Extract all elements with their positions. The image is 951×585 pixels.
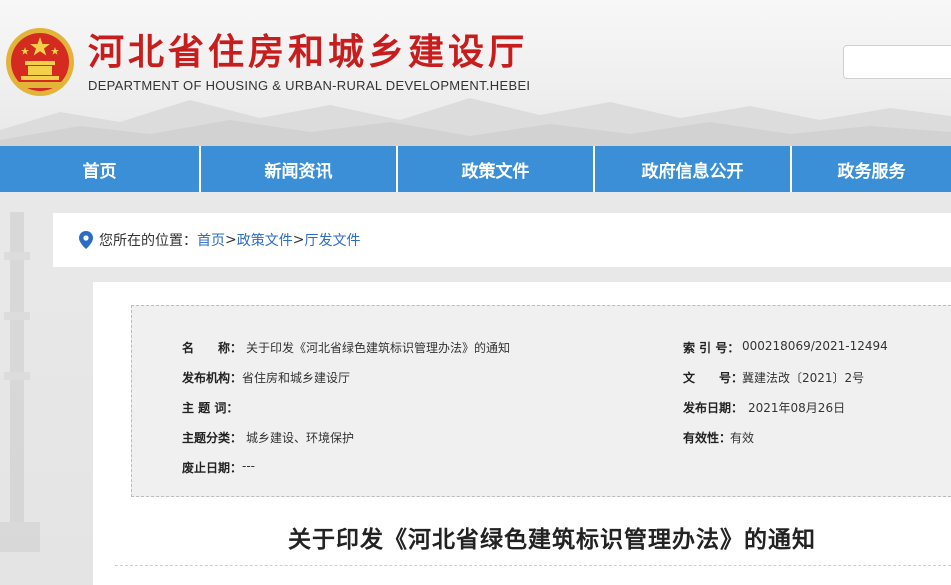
index-number-label: 索 引 号： bbox=[683, 341, 740, 355]
article-title: 关于印发《河北省绿色建筑标识管理办法》的通知 bbox=[288, 527, 816, 553]
publisher-label: 发布机构： bbox=[182, 371, 243, 385]
location-pin-icon bbox=[79, 231, 93, 249]
category-value: 城乡建设、环境保护 bbox=[246, 431, 355, 445]
validity-value: 有效 bbox=[730, 431, 755, 445]
breadcrumb-home-link[interactable]: 首页 bbox=[197, 230, 225, 250]
category-label: 主题分类： bbox=[182, 431, 243, 445]
title-divider bbox=[115, 565, 951, 566]
publish-date-value: 2021年08月26日 bbox=[748, 401, 846, 415]
site-subtitle: DEPARTMENT OF HOUSING & URBAN-RURAL DEVE… bbox=[88, 78, 531, 93]
search-input[interactable] bbox=[843, 45, 951, 79]
name-value: 关于印发《河北省绿色建筑标识管理办法》的通知 bbox=[246, 341, 511, 355]
breadcrumb-policy-link[interactable]: 政策文件 bbox=[237, 230, 293, 250]
breadcrumb: 您所在的位置： 首页 > 政策文件 > 厅发文件 bbox=[53, 213, 951, 267]
nav-item-services[interactable]: 政务服务 bbox=[792, 146, 951, 192]
nav-item-news[interactable]: 新闻资讯 bbox=[201, 146, 398, 192]
expiry-date-label: 废止日期： bbox=[182, 461, 243, 475]
tower-watermark bbox=[0, 212, 40, 552]
keywords-label: 主 题 词： bbox=[182, 401, 239, 415]
national-emblem-icon bbox=[6, 28, 74, 96]
publisher-value: 省住房和城乡建设厅 bbox=[242, 371, 351, 385]
name-label: 名 称： bbox=[182, 341, 243, 355]
breadcrumb-separator: > bbox=[225, 232, 237, 248]
expiry-date-value: --- bbox=[242, 459, 255, 473]
nav-item-home[interactable]: 首页 bbox=[0, 146, 201, 192]
document-number-value: 冀建法改〔2021〕2号 bbox=[742, 371, 865, 385]
index-number-value: 000218069/2021-12494 bbox=[742, 339, 888, 353]
site-header: 河北省住房和城乡建设厅 DEPARTMENT OF HOUSING & URBA… bbox=[0, 0, 951, 146]
document-metadata-box: 名 称： 关于印发《河北省绿色建筑标识管理办法》的通知 索 引 号： 00021… bbox=[131, 305, 951, 497]
site-title: 河北省住房和城乡建设厅 bbox=[88, 31, 529, 73]
breadcrumb-prefix: 您所在的位置： bbox=[99, 233, 197, 249]
main-nav: 首页 新闻资讯 政策文件 政府信息公开 政务服务 bbox=[0, 146, 951, 192]
breadcrumb-dept-docs-link[interactable]: 厅发文件 bbox=[304, 230, 360, 250]
nav-item-policy[interactable]: 政策文件 bbox=[398, 146, 595, 192]
publish-date-label: 发布日期： bbox=[683, 401, 744, 415]
article-content: 名 称： 关于印发《河北省绿色建筑标识管理办法》的通知 索 引 号： 00021… bbox=[93, 282, 951, 585]
breadcrumb-separator: > bbox=[292, 232, 305, 248]
validity-label: 有效性： bbox=[683, 431, 732, 445]
document-number-label: 文 号： bbox=[683, 371, 744, 385]
nav-item-gov-info[interactable]: 政府信息公开 bbox=[595, 146, 792, 192]
